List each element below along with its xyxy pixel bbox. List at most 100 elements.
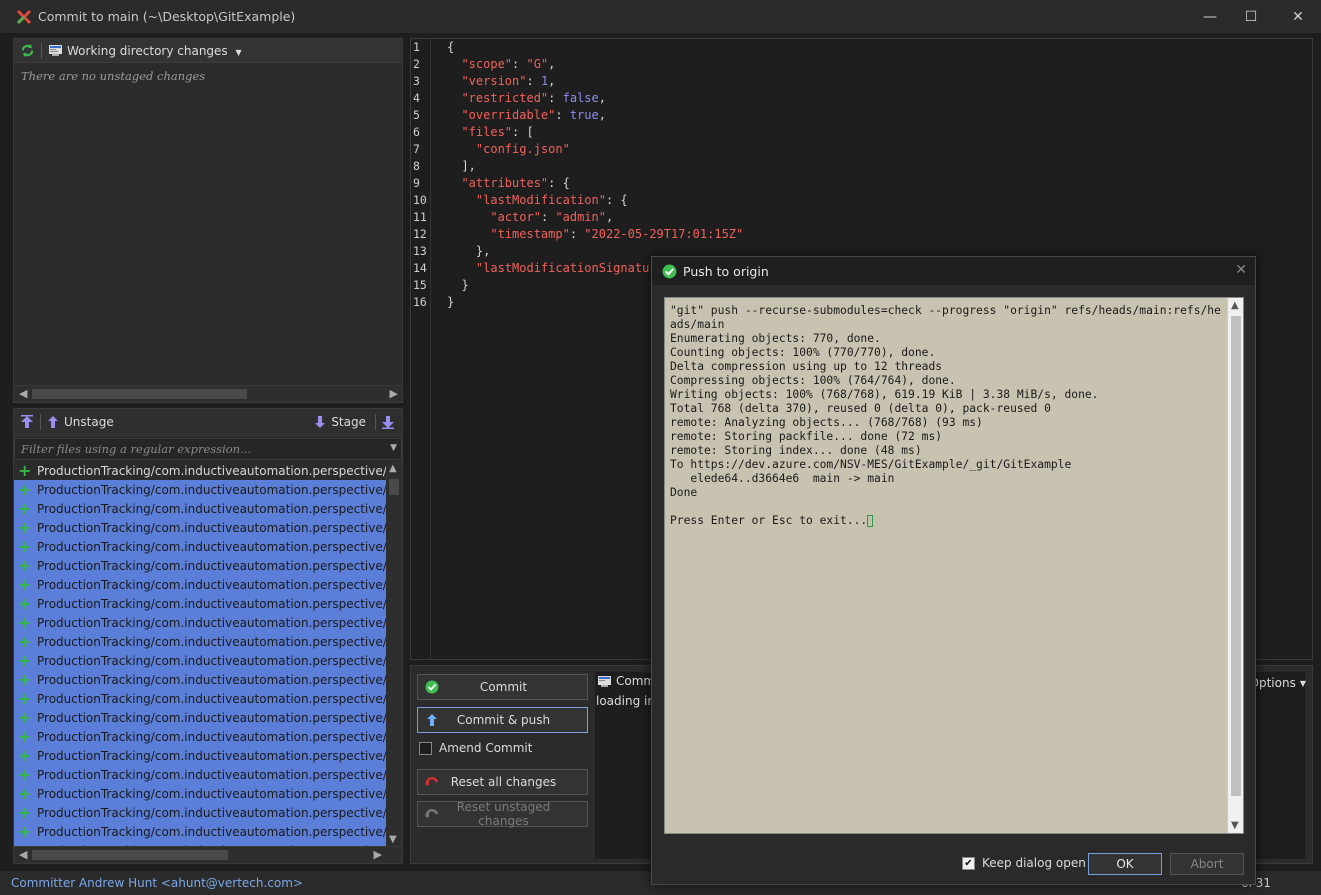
checkbox-box[interactable]: ✔ (962, 856, 975, 870)
added-file-icon: + (18, 537, 32, 556)
title-bar: Commit to main (~\Desktop\GitExample) — … (0, 0, 1321, 33)
file-path: ProductionTracking/com.inductiveautomati… (37, 748, 388, 763)
file-row[interactable]: + ProductionTracking/com.inductiveautomat… (14, 518, 388, 537)
file-path: ProductionTracking/com.inductiveautomati… (37, 577, 388, 592)
added-file-icon: + (18, 556, 32, 575)
maximize-icon[interactable]: ☐ (1228, 0, 1274, 33)
working-directory-dropdown[interactable]: Working directory changes ▼ (67, 44, 242, 58)
scroll-down-icon[interactable]: ▼ (1231, 820, 1239, 831)
unstage-button[interactable]: Unstage (47, 415, 114, 429)
file-path: ProductionTracking/com.inductiveautomati… (37, 615, 388, 630)
file-row[interactable]: + ProductionTracking/com.inductiveautomat… (14, 537, 388, 556)
file-row[interactable]: + ProductionTracking/com.inductiveautomat… (14, 803, 388, 822)
scroll-left-icon[interactable]: ◀ (19, 848, 27, 861)
file-row[interactable]: + ProductionTracking/com.inductiveautomat… (14, 765, 388, 784)
keep-dialog-open-checkbox[interactable]: ✔ Keep dialog open (962, 856, 1086, 870)
commit-message-header-label: Comm (616, 674, 656, 688)
code-line: ], (447, 159, 476, 173)
stage-button[interactable]: Stage (314, 415, 366, 429)
options-dropdown[interactable]: Options ▼ (1250, 672, 1306, 694)
commit-message-icon (597, 675, 612, 688)
file-row[interactable]: + ProductionTracking/com.inductiveautomat… (14, 613, 388, 632)
close-icon[interactable]: ✕ (1235, 262, 1247, 278)
dialog-title: Push to origin (683, 263, 769, 279)
file-row[interactable]: + ProductionTracking/com.inductiveautomat… (14, 556, 388, 575)
added-file-icon: + (18, 518, 32, 537)
added-file-icon: + (18, 746, 32, 765)
file-row[interactable]: + ProductionTracking/com.inductiveautomat… (14, 784, 388, 803)
abort-button[interactable]: Abort (1170, 853, 1244, 875)
file-row[interactable]: + ProductionTracking/com.inductiveautomat… (14, 651, 388, 670)
line-number: 4 (413, 91, 420, 105)
code-line: "config.json" (475, 142, 570, 156)
staged-vertical-scrollbar[interactable]: ▲ ▼ (386, 461, 402, 847)
file-path: ProductionTracking/com.inductiveautomati… (37, 463, 388, 478)
file-path: ProductionTracking/com.inductiveautomati… (37, 691, 388, 706)
file-path: ProductionTracking/com.inductiveautomati… (37, 824, 388, 839)
reset-icon (424, 774, 440, 790)
added-file-icon: + (18, 594, 32, 613)
filter-placeholder: Filter files using a regular expression.… (21, 442, 252, 456)
file-row[interactable]: + ProductionTracking/com.inductiveautomat… (14, 689, 388, 708)
line-number: 9 (413, 176, 420, 190)
file-row[interactable]: + ProductionTracking/com.inductiveautomat… (14, 499, 388, 518)
reset-unstaged-changes-button[interactable]: Reset unstaged changes (417, 800, 588, 828)
push-output-console[interactable]: "git" push --recurse-submodules=check --… (664, 297, 1244, 834)
commit-button[interactable]: Commit (417, 674, 588, 700)
reset-unstaged-label: Reset unstaged changes (456, 800, 551, 828)
no-unstaged-text: There are no unstaged changes (21, 69, 206, 83)
added-file-icon: + (18, 575, 32, 594)
ok-button[interactable]: OK (1088, 853, 1162, 875)
minimize-icon[interactable]: — (1187, 0, 1233, 33)
code-line: "scope": "G", (461, 57, 556, 71)
amend-commit-checkbox[interactable]: Amend Commit (419, 741, 532, 755)
scroll-right-icon[interactable]: ▶ (374, 848, 382, 861)
file-row[interactable]: + ProductionTracking/com.inductiveautomat… (14, 594, 388, 613)
close-icon[interactable]: ✕ (1275, 0, 1321, 33)
stage-all-icon[interactable] (381, 415, 395, 429)
line-number: 5 (413, 108, 420, 122)
commit-and-push-button[interactable]: Commit & push (417, 707, 588, 733)
file-path: ProductionTracking/com.inductiveautomati… (37, 596, 388, 611)
arrow-down-icon (315, 416, 326, 428)
scroll-up-icon[interactable]: ▲ (389, 463, 397, 474)
checkbox-box[interactable] (419, 741, 432, 755)
file-path: ProductionTracking/com.inductiveautomati… (37, 767, 388, 782)
scrollbar-thumb[interactable] (32, 389, 247, 399)
file-row[interactable]: + ProductionTracking/com.inductiveautomat… (14, 822, 388, 841)
scroll-down-icon[interactable]: ▼ (389, 834, 397, 845)
chevron-down-icon[interactable]: ▼ (390, 443, 397, 453)
scrollbar-thumb[interactable] (1231, 316, 1241, 796)
file-row[interactable]: + ProductionTracking/com.inductiveautomat… (14, 670, 388, 689)
staged-horizontal-scrollbar[interactable]: ◀ ▶ (14, 846, 402, 863)
line-number: 8 (413, 159, 420, 173)
file-row[interactable]: + ProductionTracking/com.inductiveautomat… (14, 480, 388, 499)
file-row[interactable]: + ProductionTracking/com.inductiveautomat… (14, 575, 388, 594)
file-path: ProductionTracking/com.inductiveautomati… (37, 520, 388, 535)
file-row[interactable]: + ProductionTracking/com.inductiveautomat… (14, 632, 388, 651)
scrollbar-thumb[interactable] (32, 850, 228, 860)
file-row[interactable]: + ProductionTracking/com.inductiveautomat… (14, 708, 388, 727)
scroll-up-icon[interactable]: ▲ (1231, 300, 1239, 311)
code-line: "version": 1, (461, 74, 556, 88)
added-file-icon: + (18, 461, 32, 480)
reset-all-changes-button[interactable]: Reset all changes (417, 769, 588, 795)
unstaged-horizontal-scrollbar[interactable]: ◀ ▶ (14, 385, 402, 402)
refresh-icon[interactable] (20, 43, 35, 58)
file-path: ProductionTracking/com.inductiveautomati… (37, 558, 388, 573)
text-cursor (867, 515, 874, 527)
staged-file-list[interactable]: + ProductionTracking/com.inductiveautomat… (14, 461, 388, 847)
console-vertical-scrollbar[interactable]: ▲ ▼ (1227, 298, 1243, 833)
unstage-all-icon[interactable] (20, 415, 34, 429)
unstaged-header: Working directory changes ▼ (14, 39, 402, 63)
file-row[interactable]: + ProductionTracking/com.inductiveautomat… (14, 746, 388, 765)
committer-info[interactable]: Committer Andrew Hunt <ahunt@vertech.com… (11, 876, 303, 890)
scroll-left-icon[interactable]: ◀ (19, 387, 27, 400)
file-row[interactable]: + ProductionTracking/com.inductiveautomat… (14, 727, 388, 746)
scroll-right-icon[interactable]: ▶ (390, 387, 398, 400)
line-number: 2 (413, 57, 420, 71)
scrollbar-thumb[interactable] (389, 479, 399, 495)
unstaged-pane: Working directory changes ▼ There are no… (13, 38, 403, 403)
file-row[interactable]: + ProductionTracking/com.inductiveautomat… (14, 461, 388, 480)
filter-files-input[interactable]: Filter files using a regular expression.… (14, 438, 402, 460)
